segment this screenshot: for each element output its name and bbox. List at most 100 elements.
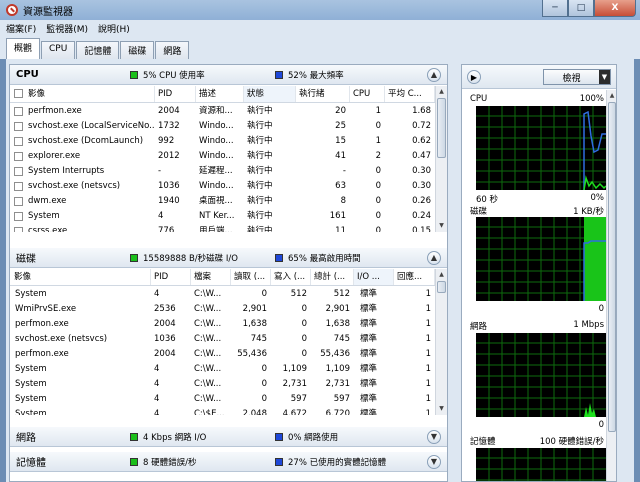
table-row[interactable]: svchost.exe (netsvcs) 1036 C:\W... 745 0… bbox=[10, 332, 435, 347]
process-status: 執行中 bbox=[247, 106, 273, 116]
scroll-up-arrow[interactable]: ▲ bbox=[437, 270, 446, 280]
disk-col-response-time[interactable]: 回應... bbox=[394, 269, 435, 285]
cpu-col-cpu[interactable]: CPU bbox=[350, 86, 385, 102]
tab-overview[interactable]: 概觀 bbox=[6, 38, 41, 59]
memory-section-header[interactable]: 記憶體 8 硬體錯誤/秒 27% 已使用的實體記憶體 ▼ bbox=[10, 452, 447, 472]
row-checkbox[interactable] bbox=[14, 227, 23, 232]
network-expand-button[interactable]: ▼ bbox=[427, 429, 441, 444]
scroll-down-arrow[interactable]: ▼ bbox=[437, 404, 446, 414]
disk-write: 512 bbox=[290, 289, 307, 299]
cpu-usage-swatch bbox=[130, 70, 138, 79]
table-row[interactable]: svchost.exe (netsvcs) 1036 Windo... 執行中 … bbox=[10, 179, 435, 194]
cpu-graph-timespan: 60 秒 bbox=[476, 195, 499, 205]
process-status: 執行中 bbox=[247, 151, 273, 161]
row-checkbox[interactable] bbox=[14, 182, 23, 191]
table-row[interactable]: perfmon.exe 2004 C:\W... 1,638 0 1,638 標… bbox=[10, 317, 435, 332]
disk-response-time: 1 bbox=[425, 349, 431, 359]
row-checkbox[interactable] bbox=[14, 212, 23, 221]
network-usage-stat: 0% 網路使用 bbox=[275, 431, 338, 443]
network-section-header[interactable]: 網路 4 Kbps 網路 I/O 0% 網路使用 ▼ bbox=[10, 427, 447, 447]
graph-pane-scrollbar[interactable]: ▲ bbox=[606, 90, 616, 481]
process-threads: 8 bbox=[340, 196, 346, 206]
tab-disk[interactable]: 磁碟 bbox=[120, 41, 155, 59]
table-row[interactable]: csrss.exe 776 用戶端... 執行中 11 0 0.15 bbox=[10, 224, 435, 232]
cpu-col-pid[interactable]: PID bbox=[155, 86, 196, 102]
disk-col-image[interactable]: 影像 bbox=[10, 269, 151, 285]
row-checkbox[interactable] bbox=[14, 107, 23, 116]
memory-expand-button[interactable]: ▼ bbox=[427, 454, 441, 469]
network-section-title: 網路 bbox=[16, 433, 36, 444]
table-row[interactable]: System 4 C:\W... 0 512 512 標準 1 bbox=[10, 287, 435, 302]
disk-pid: 4 bbox=[154, 394, 160, 404]
disk-col-file[interactable]: 檔案 bbox=[191, 269, 231, 285]
row-checkbox[interactable] bbox=[14, 137, 23, 146]
collapse-graph-pane-icon[interactable]: ▶ bbox=[467, 70, 481, 84]
disk-collapse-button[interactable]: ▲ bbox=[427, 250, 441, 265]
table-row[interactable]: svchost.exe (DcomLaunch) 992 Windo... 執行… bbox=[10, 134, 435, 149]
cpu-select-all-checkbox[interactable] bbox=[14, 89, 23, 98]
table-row[interactable]: svchost.exe (LocalServiceNo... 1732 Wind… bbox=[10, 119, 435, 134]
maximize-button[interactable]: □ bbox=[568, 0, 594, 17]
table-row[interactable]: System 4 C:\W... 0 597 597 標準 1 bbox=[10, 392, 435, 407]
scroll-up-arrow[interactable]: ▲ bbox=[437, 87, 446, 97]
disk-pid: 2004 bbox=[154, 319, 176, 329]
row-checkbox[interactable] bbox=[14, 167, 23, 176]
tab-memory[interactable]: 記憶體 bbox=[76, 41, 120, 59]
row-checkbox[interactable] bbox=[14, 152, 23, 161]
process-image: dwm.exe bbox=[28, 196, 67, 206]
process-description: Windo... bbox=[199, 181, 234, 191]
table-row[interactable]: explorer.exe 2012 Windo... 執行中 41 2 0.47 bbox=[10, 149, 435, 164]
scroll-thumb[interactable] bbox=[608, 102, 616, 432]
table-row[interactable]: System 4 C:\W... 0 2,731 2,731 標準 1 bbox=[10, 377, 435, 392]
scroll-down-arrow[interactable]: ▼ bbox=[437, 221, 446, 231]
cpu-collapse-button[interactable]: ▲ bbox=[427, 67, 441, 82]
disk-col-write[interactable]: 寫入 (... bbox=[271, 269, 311, 285]
row-checkbox[interactable] bbox=[14, 122, 23, 131]
tab-network[interactable]: 網路 bbox=[155, 41, 190, 59]
disk-section-header[interactable]: 磁碟 15589888 B/秒磁碟 I/O 65% 最高啟用時間 ▲ bbox=[10, 248, 447, 268]
disk-read: 0 bbox=[261, 379, 267, 389]
table-row[interactable]: System 4 NT Ker... 執行中 161 0 0.24 bbox=[10, 209, 435, 224]
table-row[interactable]: perfmon.exe 2004 C:\W... 55,436 0 55,436… bbox=[10, 347, 435, 362]
disk-response-time: 1 bbox=[425, 304, 431, 314]
chevron-down-icon[interactable]: ▼ bbox=[599, 70, 610, 84]
disk-col-pid[interactable]: PID bbox=[151, 269, 191, 285]
network-io-text: 4 Kbps 網路 I/O bbox=[143, 432, 207, 443]
cpu-col-threads[interactable]: 執行緒 bbox=[296, 86, 350, 102]
disk-col-total[interactable]: 總計 (... bbox=[311, 269, 354, 285]
cpu-section-header[interactable]: CPU 5% CPU 使用率 52% 最大頻率 ▲ bbox=[10, 65, 447, 85]
scroll-thumb[interactable] bbox=[437, 98, 446, 158]
tab-cpu[interactable]: CPU bbox=[41, 41, 76, 59]
menu-help[interactable]: 說明(H) bbox=[98, 22, 130, 35]
cpu-col-average-cpu[interactable]: 平均 C... bbox=[385, 86, 435, 102]
disk-pid: 4 bbox=[154, 379, 160, 389]
cpu-col-description[interactable]: 描述 bbox=[196, 86, 244, 102]
scroll-thumb[interactable] bbox=[437, 281, 446, 293]
menu-file[interactable]: 檔案(F) bbox=[6, 22, 36, 35]
table-row[interactable]: perfmon.exe 2004 資源和... 執行中 20 1 1.68 bbox=[10, 104, 435, 119]
tab-bar: 概觀 CPU 記憶體 磁碟 網路 bbox=[0, 37, 640, 59]
scroll-up-arrow[interactable]: ▲ bbox=[608, 91, 616, 101]
overview-content: CPU 5% CPU 使用率 52% 最大頻率 ▲ 影像 PID 描述 狀態 執… bbox=[6, 59, 634, 482]
menu-monitor[interactable]: 監視器(M) bbox=[46, 22, 88, 35]
table-row[interactable]: System 4 C:\W... 0 1,109 1,109 標準 1 bbox=[10, 362, 435, 377]
cpu-graph-min: 0% bbox=[590, 193, 605, 203]
minimize-button[interactable]: ─ bbox=[542, 0, 568, 17]
process-description: 延遲程... bbox=[199, 166, 233, 176]
table-row[interactable]: System Interrupts - 延遲程... 執行中 - 0 0.30 bbox=[10, 164, 435, 179]
table-row[interactable]: System 4 C:\$E... 2,048 4,672 6,720 標準 1 bbox=[10, 407, 435, 415]
disk-write: 597 bbox=[290, 394, 307, 404]
cpu-col-status[interactable]: 狀態 bbox=[244, 86, 296, 102]
disk-col-read[interactable]: 讀取 (... bbox=[231, 269, 271, 285]
table-row[interactable]: WmiPrvSE.exe 2536 C:\W... 2,901 0 2,901 … bbox=[10, 302, 435, 317]
disk-io-priority: 標準 bbox=[360, 394, 378, 404]
disk-response-time: 1 bbox=[425, 394, 431, 404]
cpu-col-image[interactable]: 影像 bbox=[10, 86, 155, 102]
disk-col-io-priority[interactable]: I/O ... bbox=[354, 269, 394, 285]
view-button[interactable]: 檢視 ▼ bbox=[543, 69, 611, 85]
disk-table-scrollbar[interactable]: ▲ ▼ bbox=[435, 269, 447, 415]
close-button[interactable]: X bbox=[594, 0, 636, 17]
table-row[interactable]: dwm.exe 1940 桌面視... 執行中 8 0 0.26 bbox=[10, 194, 435, 209]
cpu-table-scrollbar[interactable]: ▲ ▼ bbox=[435, 86, 447, 232]
row-checkbox[interactable] bbox=[14, 197, 23, 206]
